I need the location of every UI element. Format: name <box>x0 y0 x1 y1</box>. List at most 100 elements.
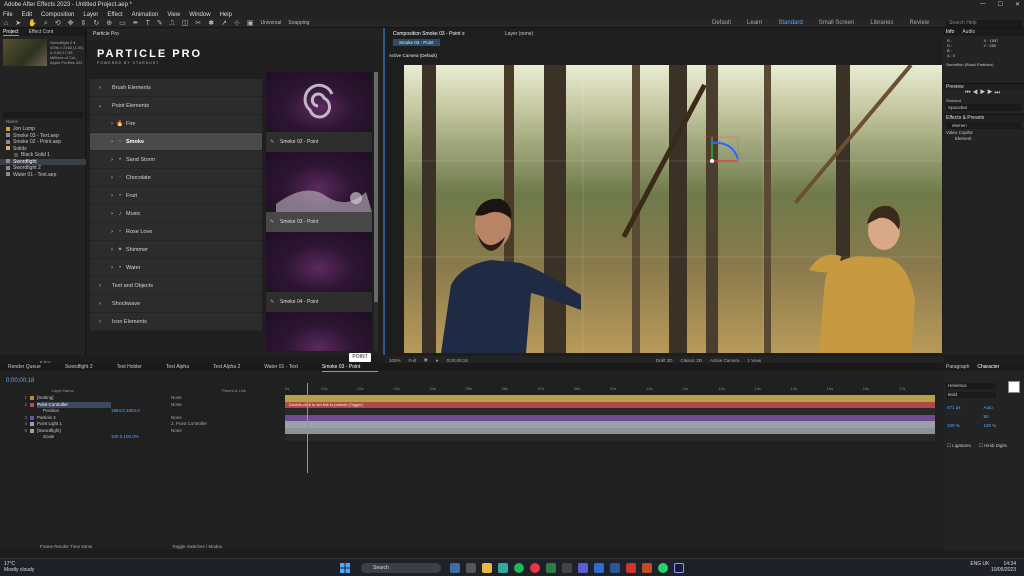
effect-element[interactable]: Element <box>943 136 1024 142</box>
preset-tile[interactable]: ✎ Smoke 04 - Point <box>266 232 372 312</box>
shortcut-dropdown[interactable]: Spacebar <box>946 104 1021 111</box>
chrome-icon[interactable] <box>530 563 540 573</box>
workspace-review[interactable]: Review <box>909 20 929 26</box>
scrollbar-thumb[interactable] <box>374 72 378 302</box>
property-row[interactable]: Scale 100.0,100.0% <box>0 434 284 441</box>
workspace-small-screen[interactable]: Small Screen <box>819 20 855 26</box>
category-chocolate[interactable]: › • Chocolate <box>90 169 262 187</box>
category-icon-elements[interactable]: › Icon Elements <box>90 313 262 331</box>
resolution-dropdown[interactable]: Full <box>409 358 416 363</box>
project-item[interactable]: Water 01 - Text.aep <box>0 172 86 179</box>
tab-render-queue[interactable]: Render Queue <box>8 363 59 371</box>
menu-help[interactable]: Help <box>220 12 232 18</box>
font-family-dropdown[interactable]: Helvetica <box>946 383 996 389</box>
minimize-button[interactable]: — <box>980 1 986 8</box>
horizontal-scale-value[interactable]: 100 % <box>984 421 1021 430</box>
menu-effect[interactable]: Effect <box>107 12 122 18</box>
pan-tool-icon[interactable]: ✥ <box>68 19 74 28</box>
leading-value[interactable]: Auto <box>984 403 1021 412</box>
zoom-dropdown[interactable]: 100% <box>389 358 401 363</box>
universal-label[interactable]: Universal <box>260 20 281 26</box>
pen-tool-icon[interactable]: ✒ <box>133 19 139 28</box>
maximize-button[interactable]: ☐ <box>998 1 1003 8</box>
acrobat-icon[interactable] <box>626 563 636 573</box>
tab-timeline[interactable]: Text Alpha <box>166 363 207 371</box>
renderer-draft-3d[interactable]: Draft 3D <box>656 358 673 363</box>
effects-search-input[interactable]: elemen <box>946 122 1021 129</box>
tab-layer[interactable]: Layer (none) <box>505 31 533 37</box>
keyframe-track[interactable] <box>285 434 935 441</box>
category-sand-storm[interactable]: › • Sand Storm <box>90 151 262 169</box>
category-water[interactable]: › • Water <box>90 259 262 277</box>
tab-effect-controls[interactable]: Effect Cont <box>29 28 54 36</box>
word-icon[interactable] <box>610 563 620 573</box>
view-layout-dropdown[interactable]: 1 View <box>748 358 761 363</box>
dolly-tool-icon[interactable]: ⇕ <box>81 19 87 28</box>
column-name-header[interactable]: Name <box>6 119 18 124</box>
menu-layer[interactable]: Layer <box>83 12 98 18</box>
task-view-icon[interactable] <box>450 563 460 573</box>
category-music[interactable]: › ♪ Music <box>90 205 262 223</box>
project-search-input[interactable] <box>3 112 83 118</box>
after-effects-icon[interactable] <box>674 563 684 573</box>
excel-icon[interactable] <box>546 563 556 573</box>
category-smoke[interactable]: › ~ Smoke <box>90 133 262 151</box>
snapping-toggle[interactable]: Snapping <box>288 20 309 26</box>
home-icon[interactable]: ⌂ <box>4 19 8 28</box>
zoom-tool-icon[interactable]: ⌕ <box>44 19 48 28</box>
layer-name-column[interactable]: Layer Name <box>52 388 74 393</box>
roto-tool-icon[interactable]: ✂ <box>195 19 201 28</box>
category-fruit[interactable]: › • Fruit <box>90 187 262 205</box>
close-button[interactable]: ✕ <box>1015 1 1020 8</box>
orbit-tool-icon[interactable]: ⟲ <box>55 19 61 28</box>
workspace-libraries[interactable]: Libraries <box>870 20 893 26</box>
category-shockwave[interactable]: › Shockwave <box>90 295 262 313</box>
tab-timeline[interactable]: Water 01 - Text <box>264 363 316 371</box>
stamp-tool-icon[interactable]: ⎍ <box>170 19 175 28</box>
widgets-icon[interactable] <box>466 563 476 573</box>
effects-presets-header[interactable]: Effects & Presets <box>943 114 1024 121</box>
category-fire[interactable]: › 🔥 Fire <box>90 115 262 133</box>
category-shimmer[interactable]: › ✦ Shimmer <box>90 241 262 259</box>
rotate-tool-icon[interactable]: ↻ <box>93 19 99 28</box>
outlook-icon[interactable] <box>594 563 604 573</box>
powerpoint-icon[interactable] <box>642 563 652 573</box>
axis-icon[interactable]: ↗ <box>221 19 227 28</box>
world-axis-icon[interactable]: ⊹ <box>234 19 240 28</box>
preset-scrollbar[interactable] <box>374 72 378 351</box>
transform-gizmo[interactable] <box>704 133 754 173</box>
font-size-value[interactable]: 471 px <box>947 403 984 412</box>
file-explorer-icon[interactable] <box>482 563 492 573</box>
view-axis-icon[interactable]: ▣ <box>247 19 254 28</box>
spotify-icon[interactable] <box>514 563 524 573</box>
tab-timeline-active[interactable]: Smoke 03 - Point <box>321 363 379 372</box>
comp-name-tab[interactable]: Smoke 03 - Point <box>393 39 440 46</box>
workspace-learn[interactable]: Learn <box>747 20 762 26</box>
current-time-display[interactable]: 0;00;00;18 <box>446 358 467 363</box>
tab-timeline[interactable]: Text Alpha 2 <box>213 363 258 371</box>
eraser-tool-icon[interactable]: ◫ <box>182 19 189 28</box>
fill-color-swatch[interactable] <box>1008 381 1020 393</box>
menu-animation[interactable]: Animation <box>132 12 159 18</box>
windows-start-icon[interactable] <box>340 563 350 573</box>
menu-composition[interactable]: Composition <box>41 12 74 18</box>
anchor-tool-icon[interactable]: ⊕ <box>106 19 112 28</box>
menu-file[interactable]: File <box>3 12 13 18</box>
preset-tile[interactable]: ✎ Smoke 02 - Point <box>266 72 372 152</box>
tab-project[interactable]: Project <box>3 28 19 36</box>
preset-tile[interactable]: ✎ Smoke 03 - Point <box>266 152 372 232</box>
renderer-dropdown[interactable]: Classic 3D <box>680 358 702 363</box>
weather-widget[interactable]: 17°C Mostly cloudy <box>4 561 34 573</box>
whatsapp-icon[interactable] <box>658 563 668 573</box>
tab-timeline[interactable]: Swordfight 2 <box>65 363 111 371</box>
composition-viewer[interactable] <box>404 65 942 353</box>
current-time-indicator[interactable] <box>307 383 308 473</box>
system-clock[interactable]: ENG UK 14:34 10/05/2023 <box>970 561 1016 573</box>
preview-header[interactable]: Preview <box>943 83 1024 90</box>
tab-info[interactable]: Info <box>946 28 954 36</box>
workspace-standard[interactable]: Standard <box>778 20 802 26</box>
category-brush-elements[interactable]: › Brush Elements <box>90 79 262 97</box>
timeline-timecode[interactable]: 0;00;00;18 <box>6 378 34 384</box>
channel-icon[interactable]: ● <box>436 358 439 363</box>
hindi-digits-checkbox[interactable]: ☐ Hindi Digits <box>979 443 1007 449</box>
